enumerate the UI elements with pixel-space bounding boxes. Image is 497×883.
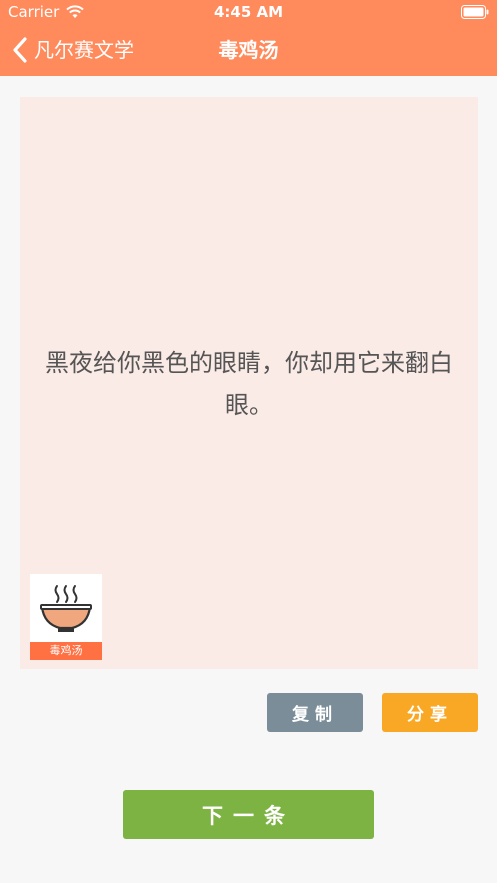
next-quote-button[interactable]: 下一条 — [123, 790, 374, 839]
logo-label: 毒鸡汤 — [30, 642, 102, 660]
page-title: 毒鸡汤 — [218, 38, 279, 62]
soup-bowl-icon — [40, 585, 92, 632]
navigation-bar: 凡尔赛文学 毒鸡汤 — [0, 26, 497, 76]
top-bar: Carrier 4:45 AM 凡尔赛文学 毒鸡汤 — [0, 0, 497, 76]
quote-text: 黑夜给你黑色的眼睛，你却用它来翻白眼。 — [45, 349, 453, 419]
app-screen: Carrier 4:45 AM 凡尔赛文学 毒鸡汤 黑夜给你黑色的眼睛，你却用它… — [0, 0, 497, 883]
copy-button[interactable]: 复制 — [267, 693, 363, 732]
app-logo: 毒鸡汤 — [30, 574, 102, 660]
status-time: 4:45 AM — [213, 3, 284, 21]
quote-card: 黑夜给你黑色的眼睛，你却用它来翻白眼。 毒鸡汤 — [20, 97, 478, 669]
battery-icon — [461, 5, 489, 19]
share-button[interactable]: 分享 — [382, 693, 478, 732]
status-bar: Carrier 4:45 AM — [0, 0, 497, 26]
